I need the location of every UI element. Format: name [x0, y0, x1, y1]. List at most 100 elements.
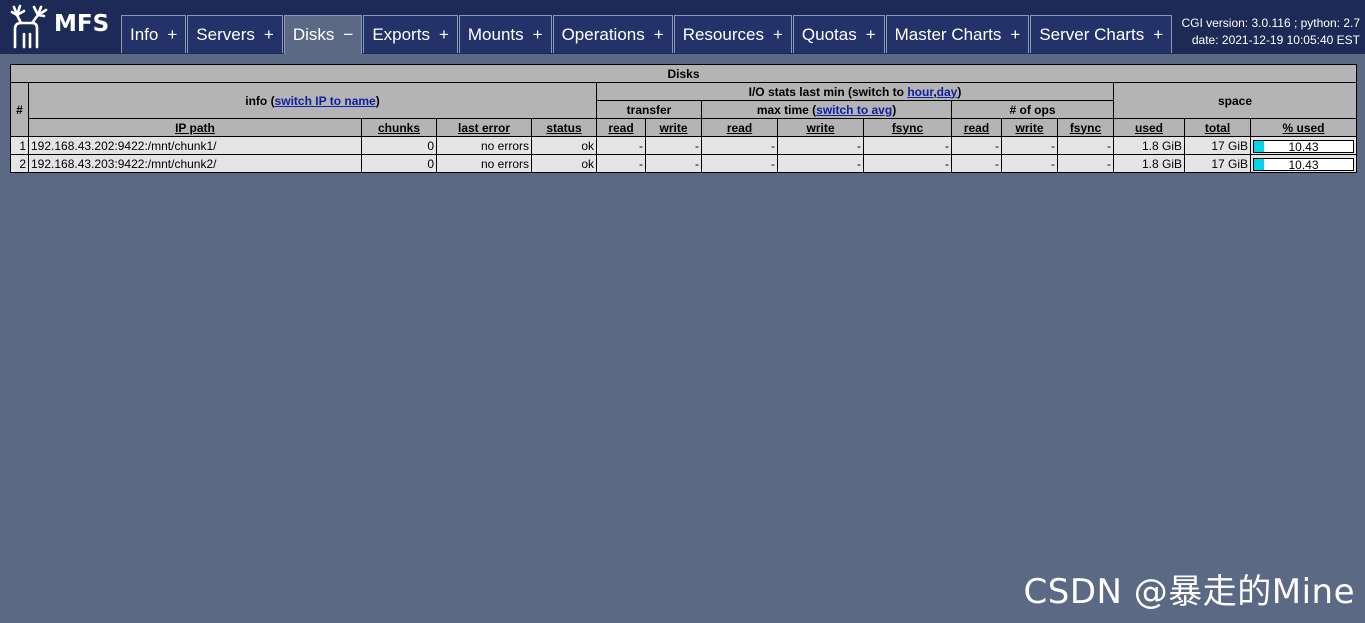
- expand-icon: +: [653, 24, 664, 44]
- sort-maxtime-write[interactable]: write: [777, 118, 864, 137]
- usage-bar: 10.43: [1253, 157, 1355, 172]
- sort-ops-read[interactable]: read: [951, 118, 1002, 137]
- sort-maxtime-read[interactable]: read: [701, 118, 778, 137]
- expand-icon: +: [438, 24, 449, 44]
- tab-label: Mounts: [467, 24, 524, 44]
- csdn-watermark: CSDN @暴走的Mine: [1023, 572, 1355, 612]
- switch-to-hour-link[interactable]: hour: [907, 85, 933, 99]
- tab-label: Master Charts: [894, 24, 1002, 44]
- maxtime-read-cell: -: [701, 136, 778, 155]
- date-text: date: 2021-12-19 10:05:40 EST: [1191, 33, 1360, 47]
- sort-percent-used[interactable]: % used: [1249, 118, 1358, 137]
- maxtime-fsync-cell: -: [863, 136, 952, 155]
- logo-text: MFS: [54, 11, 110, 37]
- space-header: space: [1112, 82, 1358, 119]
- sort-maxtime-fsync[interactable]: fsync: [863, 118, 952, 137]
- maxtime-read-cell: -: [701, 154, 778, 173]
- total-cell: 17 GiB: [1184, 136, 1251, 155]
- sort-ops-write[interactable]: write: [1001, 118, 1058, 137]
- disks-table: Disks # info (switch IP to name) I/O sta…: [9, 64, 1358, 173]
- ip-path-cell: 192.168.43.203:9422:/mnt/chunk2/: [28, 154, 362, 173]
- table-title: Disks: [9, 64, 1358, 83]
- expand-icon: +: [1153, 24, 1164, 44]
- row-number: 1: [10, 136, 29, 155]
- tab-exports[interactable]: Exports +: [363, 15, 458, 53]
- ops-read-cell: -: [951, 154, 1002, 173]
- tab-server-charts[interactable]: Server Charts +: [1030, 15, 1173, 53]
- tab-disks[interactable]: Disks −: [283, 15, 363, 54]
- sort-used[interactable]: used: [1113, 118, 1185, 137]
- percent-used-cell: 10.43: [1249, 136, 1358, 155]
- tab-label: Servers: [196, 24, 255, 44]
- tab-mounts[interactable]: Mounts +: [458, 15, 552, 53]
- last-error-cell: no errors: [436, 136, 532, 155]
- sort-ip-path[interactable]: IP path: [28, 118, 362, 137]
- switch-to-avg-link[interactable]: switch to avg: [816, 103, 892, 117]
- ops-header: # of ops: [951, 100, 1114, 119]
- usage-percent-text: 10.43: [1288, 157, 1319, 172]
- expand-icon: +: [532, 24, 543, 44]
- tab-servers[interactable]: Servers +: [187, 15, 283, 53]
- tab-label: Info: [130, 24, 159, 44]
- transfer-write-cell: -: [645, 154, 702, 173]
- info-header: info (switch IP to name): [28, 82, 597, 119]
- usage-bar: 10.43: [1253, 139, 1355, 154]
- sort-last-error[interactable]: last error: [436, 118, 532, 137]
- sort-total[interactable]: total: [1184, 118, 1251, 137]
- mfs-logo[interactable]: MFS: [8, 3, 113, 49]
- tab-label: Disks: [292, 25, 335, 44]
- io-stats-header: I/O stats last min (switch to hour,day): [596, 82, 1114, 101]
- expand-icon: +: [1010, 24, 1021, 44]
- usage-percent-text: 10.43: [1288, 139, 1319, 154]
- ops-fsync-cell: -: [1057, 136, 1114, 155]
- used-cell: 1.8 GiB: [1113, 136, 1185, 155]
- chunks-cell: 0: [361, 154, 437, 173]
- max-time-header: max time (switch to avg): [701, 100, 952, 119]
- sort-transfer-read[interactable]: read: [596, 118, 646, 137]
- tab-label: Operations: [561, 24, 645, 44]
- tab-master-charts[interactable]: Master Charts +: [885, 15, 1030, 53]
- tab-info[interactable]: Info +: [121, 15, 187, 53]
- total-cell: 17 GiB: [1184, 154, 1251, 173]
- tab-operations[interactable]: Operations +: [552, 15, 673, 53]
- switch-to-day-link[interactable]: day: [937, 85, 958, 99]
- transfer-write-cell: -: [645, 136, 702, 155]
- ops-write-cell: -: [1001, 136, 1058, 155]
- status-cell: ok: [531, 136, 597, 155]
- expand-icon: +: [167, 24, 178, 44]
- status-cell: ok: [531, 154, 597, 173]
- maxtime-write-cell: -: [777, 136, 864, 155]
- cgi-version-text: CGI version: 3.0.116 ; python: 2.7: [1181, 16, 1360, 30]
- transfer-header: transfer: [596, 100, 702, 119]
- ip-path-cell: 192.168.43.202:9422:/mnt/chunk1/: [28, 136, 362, 155]
- expand-icon: +: [865, 24, 876, 44]
- top-header: MFS Info + Servers + Disks − Exports + Mounts + Op…: [0, 0, 1365, 54]
- sort-status[interactable]: status: [531, 118, 597, 137]
- sort-chunks[interactable]: chunks: [361, 118, 437, 137]
- cgi-info: CGI version: 3.0.116 ; python: 2.7 date:…: [1181, 15, 1360, 49]
- expand-icon: +: [772, 24, 783, 44]
- sort-transfer-write[interactable]: write: [645, 118, 702, 137]
- disks-rows: 1 192.168.43.202:9422:/mnt/chunk1/0 no err…: [10, 136, 1358, 173]
- chunks-cell: 0: [361, 136, 437, 155]
- moose-logo-icon: [10, 4, 48, 49]
- ops-write-cell: -: [1001, 154, 1058, 173]
- row-number: 2: [10, 154, 29, 173]
- percent-used-cell: 10.43: [1249, 154, 1358, 173]
- table-row: 2 192.168.43.203:9422:/mnt/chunk2/0 no err…: [10, 154, 1358, 173]
- transfer-read-cell: -: [596, 154, 646, 173]
- sort-ops-fsync[interactable]: fsync: [1057, 118, 1114, 137]
- last-error-cell: no errors: [436, 154, 532, 173]
- table-row: 1 192.168.43.202:9422:/mnt/chunk1/0 no err…: [10, 136, 1358, 155]
- tab-resources[interactable]: Resources +: [673, 15, 792, 53]
- collapse-icon: −: [343, 25, 354, 44]
- ops-fsync-cell: -: [1057, 154, 1114, 173]
- tab-label: Exports: [372, 24, 430, 44]
- transfer-read-cell: -: [596, 136, 646, 155]
- tab-quotas[interactable]: Quotas +: [792, 15, 885, 53]
- used-cell: 1.8 GiB: [1113, 154, 1185, 173]
- tab-label: Resources: [682, 24, 764, 44]
- tab-label: Server Charts: [1039, 24, 1145, 44]
- tab-label: Quotas: [801, 24, 857, 44]
- switch-ip-to-name-link[interactable]: switch IP to name: [275, 94, 376, 108]
